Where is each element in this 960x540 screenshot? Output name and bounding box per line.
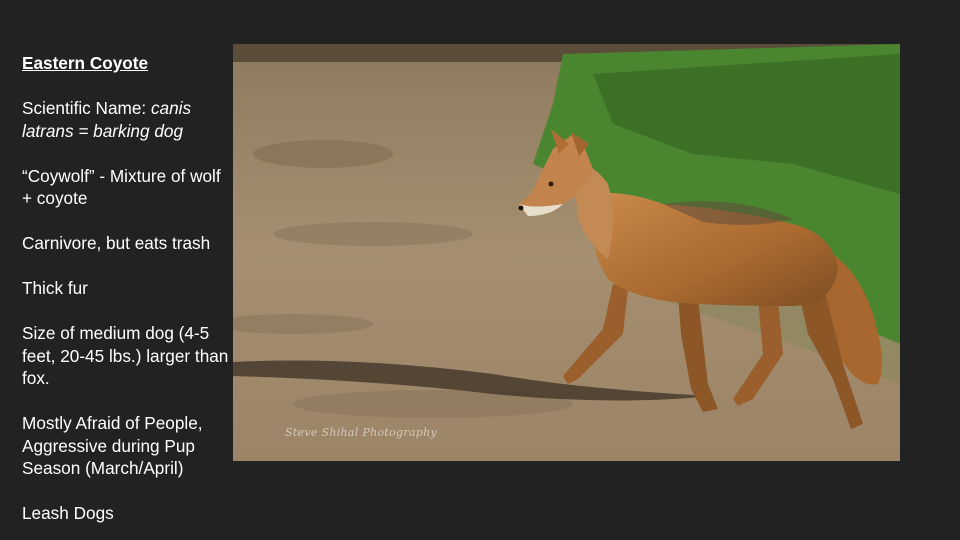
- coyote-nose: [518, 205, 524, 211]
- coyote-photo: Steve Shihal Photography: [233, 44, 900, 461]
- size-text: Size of medium dog (4-5 feet, 20-45 lbs.…: [22, 323, 229, 388]
- scientific-name-label: Scientific Name:: [22, 98, 151, 118]
- coyote-photo-illustration: [233, 44, 900, 461]
- behavior-text: Mostly Afraid of People, Aggressive duri…: [22, 413, 203, 478]
- coywolf-text: “Coywolf” - Mixture of wolf + coyote: [22, 165, 221, 209]
- coyote-eye: [548, 181, 554, 187]
- slide: Eastern Coyote Scientific Name: canis la…: [0, 0, 960, 540]
- diet-text: Carnivore, but eats trash: [22, 233, 211, 253]
- photo-watermark: Steve Shihal Photography: [285, 426, 438, 439]
- advice-text: Leash Dogs: [22, 503, 114, 523]
- slide-title: Eastern Coyote: [22, 53, 149, 73]
- text-column: Eastern Coyote Scientific Name: canis la…: [22, 52, 234, 525]
- scientific-name: Scientific Name: canis latrans = barking…: [22, 97, 234, 142]
- fur-text: Thick fur: [22, 278, 88, 298]
